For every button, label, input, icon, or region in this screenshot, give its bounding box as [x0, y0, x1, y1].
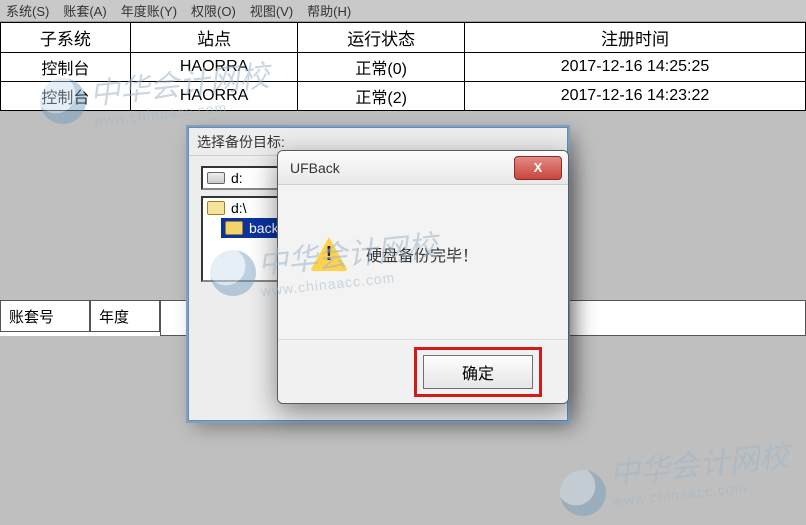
watermark: 中华会计网校www.chinaacc.com	[607, 431, 792, 509]
cell-regtime: 2017-12-16 14:23:22	[465, 82, 806, 111]
lower-year-header: 年度	[90, 300, 160, 332]
cell-subsystem: 控制台	[1, 82, 131, 111]
ok-button[interactable]: 确定	[423, 355, 533, 389]
cell-regtime: 2017-12-16 14:25:25	[465, 53, 806, 82]
menu-year[interactable]: 年度账(Y)	[121, 1, 177, 20]
watermark-disc-icon	[560, 470, 606, 516]
menu-view[interactable]: 视图(V)	[250, 1, 293, 20]
drive-icon	[207, 172, 225, 184]
msgbox-title: UFBack	[290, 160, 340, 176]
table-row[interactable]: 控制台 HAORRA 正常(0) 2017-12-16 14:25:25	[1, 53, 806, 82]
cell-site: HAORRA	[130, 82, 298, 111]
cell-status: 正常(0)	[298, 53, 465, 82]
table-row[interactable]: 控制台 HAORRA 正常(2) 2017-12-16 14:23:22	[1, 82, 806, 111]
ok-highlight: 确定	[414, 347, 542, 397]
close-icon: X	[534, 160, 543, 175]
menu-system[interactable]: 系统(S)	[6, 1, 49, 20]
col-subsystem: 子系统	[1, 23, 131, 53]
cell-status: 正常(2)	[298, 82, 465, 111]
msgbox-text: 硬盘备份完毕！	[366, 242, 478, 266]
col-regtime: 注册时间	[465, 23, 806, 53]
ufback-message-box: UFBack X 硬盘备份完毕！ 确定	[277, 150, 569, 404]
folder-open-icon	[207, 201, 225, 215]
msgbox-titlebar: UFBack X	[278, 151, 568, 185]
col-status: 运行状态	[298, 23, 465, 53]
menu-help[interactable]: 帮助(H)	[307, 1, 351, 20]
lower-acctno-header: 账套号	[0, 300, 90, 332]
close-button[interactable]: X	[514, 156, 562, 180]
menu-account[interactable]: 账套(A)	[63, 1, 106, 20]
warning-icon	[310, 237, 348, 271]
cell-site: HAORRA	[130, 53, 298, 82]
menu-bar: 系统(S) 账套(A) 年度账(Y) 权限(O) 视图(V) 帮助(H)	[0, 0, 806, 22]
status-table: 子系统 站点 运行状态 注册时间 控制台 HAORRA 正常(0) 2017-1…	[0, 22, 806, 111]
folder-open-icon	[225, 221, 243, 235]
menu-perm[interactable]: 权限(O)	[191, 1, 236, 20]
cell-subsystem: 控制台	[1, 53, 131, 82]
col-site: 站点	[130, 23, 298, 53]
tree-root-label: d:\	[231, 200, 247, 216]
drive-combo-value: d:	[231, 170, 243, 186]
